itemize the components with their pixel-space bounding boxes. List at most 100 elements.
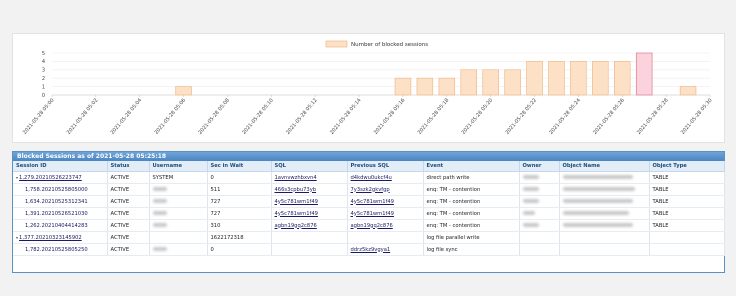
col-status[interactable]: Status [107,161,150,172]
redacted-owner [522,199,539,203]
col-owner[interactable]: Owner [519,161,560,172]
event-cell: enq: TM - contention [423,183,520,196]
status-cell: ACTIVE [107,171,150,184]
session-id-link[interactable]: 1,262.20210404414283 [25,223,88,229]
y-tick-label: 0 [42,93,45,99]
x-tick-label: 2021-05-28 05:04 [110,97,144,135]
x-tick-label: 2021-05-28 05:30 [680,97,714,135]
session-id-link[interactable]: 1,377.20210323145902 [19,235,82,241]
y-tick-label: 4 [42,59,45,65]
legend-swatch [325,40,348,48]
object-name-cell [559,219,650,232]
session-id-cell[interactable]: 1,758.20210525805000 [13,183,108,196]
status-cell: ACTIVE [107,207,150,220]
redacted-username [152,187,167,191]
col-sec-in-wait[interactable]: Sec in Wait [207,161,272,172]
session-id-link[interactable]: 1,782.20210525805250 [25,247,88,253]
session-id-link[interactable]: 1,279.20210526223747 [19,175,82,181]
redacted-owner [522,211,535,215]
status-cell: ACTIVE [107,219,150,232]
col-previous-sql[interactable]: Previous SQL [347,161,424,172]
status-cell: ACTIVE [107,243,150,256]
x-tick-label: 2021-05-28 05:18 [417,97,451,135]
object-type-cell: TABLE [649,171,725,184]
owner-cell [519,243,560,256]
x-tick-label: 2021-05-28 05:14 [329,97,363,135]
legend-label: Number of blocked sessions [351,42,428,48]
sql-link[interactable]: 4y5c781wm1f49 [271,207,348,220]
session-id-cell[interactable]: 1,262.20210404414283 [13,219,108,232]
session-id-cell[interactable]: 1,782.20210525805250 [13,243,108,256]
sql-link[interactable]: 1avnvwzhbxvn4 [271,171,348,184]
sec-in-wait-cell: 727 [207,195,272,208]
table-row[interactable]: 1,391.20210526521030 ACTIVE 727 4y5c781wm1f… [13,207,725,220]
expand-toggle-icon[interactable]: ▾ [16,235,18,240]
col-object-type[interactable]: Object Type [649,161,725,172]
sql-link[interactable]: 466s3cpbu73yb [271,183,348,196]
sec-in-wait-cell: 727 [207,207,272,220]
username-cell: SYSTEM [149,171,208,184]
redacted-username [152,223,167,227]
session-id-cell[interactable]: 1,391.20210526521030 [13,207,108,220]
session-id-link[interactable]: 1,758.20210525805000 [25,187,88,193]
table-row[interactable]: ▾1,377.20210323145902 ACTIVE 1622172318 log… [13,231,725,244]
redacted-username [152,247,167,251]
event-cell: log file sync [423,243,520,256]
previous-sql-link[interactable]: ddrz5kz9vgya1 [347,243,424,256]
session-id-cell[interactable]: 1,634.20210525312341 [13,195,108,208]
chart-bar [482,69,499,96]
session-id-cell[interactable]: ▾1,377.20210323145902 [13,231,108,244]
redacted-username [152,211,167,215]
table-row[interactable]: 1,758.20210525805000 ACTIVE 511 466s3cpbu73… [13,183,725,196]
expand-toggle-icon[interactable]: ▾ [16,175,18,180]
sql-link[interactable] [271,231,348,244]
object-name-cell [559,207,650,220]
session-id-link[interactable]: 1,634.20210525312341 [25,199,88,205]
x-tick-label: 2021-05-28 05:06 [154,97,188,135]
session-id-cell[interactable]: ▾1,279.20210526223747 [13,171,108,184]
x-tick-label: 2021-05-28 05:16 [373,97,407,135]
table-row[interactable]: ▾1,279.20210526223747 ACTIVE SYSTEM 0 1avnvw… [13,171,725,184]
event-cell: enq: TM - contention [423,207,520,220]
status-cell: ACTIVE [107,195,150,208]
sec-in-wait-cell: 1622172318 [207,231,272,244]
event-cell: enq: TM - contention [423,219,520,232]
previous-sql-link[interactable]: agbn19gq2c876 [347,219,424,232]
previous-sql-link[interactable]: 4y5c781wm1f49 [347,195,424,208]
table-row[interactable]: 1,262.20210404414283 ACTIVE 310 agbn19gq2c8… [13,219,725,232]
previous-sql-link[interactable]: 7y3szk2gkvfgp [347,183,424,196]
sql-link[interactable] [271,243,348,256]
col-username[interactable]: Username [149,161,208,172]
previous-sql-link[interactable] [347,231,424,244]
previous-sql-link[interactable]: 4y5c781wm1f49 [347,207,424,220]
sql-link[interactable]: agbn19gq2c876 [271,219,348,232]
session-id-link[interactable]: 1,391.20210526521030 [25,211,88,217]
chart-svg: 0 1 2 3 4 5 2021-05-28 05:00 2021-05-28 05:02 20… [22,40,714,136]
table-row[interactable]: 1,782.20210525805250 ACTIVE 0 ddrz5kz9vgya1… [13,243,725,256]
owner-cell [519,171,560,184]
col-session-id[interactable]: Session ID [13,161,108,172]
col-event[interactable]: Event [423,161,520,172]
username-cell [149,195,208,208]
y-tick-label: 2 [42,76,45,82]
table-row[interactable]: 1,634.20210525312341 ACTIVE 727 4y5c781wm1f… [13,195,725,208]
redacted-username [152,199,167,203]
col-sql[interactable]: SQL [271,161,348,172]
chart-bar [394,77,412,96]
col-object-name[interactable]: Object Name [559,161,650,172]
redacted-object-name [562,211,629,215]
owner-cell [519,219,560,232]
chart-bar [614,61,631,96]
previous-sql-link[interactable]: d4kdwu0ukcf4u [347,171,424,184]
x-tick-label: 2021-05-28 05:12 [285,97,319,135]
owner-cell [519,183,560,196]
username-cell [149,219,208,232]
object-type-cell [649,231,725,244]
panel-title: Blocked Sessions as of 2021-05-28 05:25:… [13,152,724,161]
status-cell: ACTIVE [107,231,150,244]
x-tick-label: 2021-05-28 05:22 [505,97,539,135]
x-tick-label: 2021-05-28 05:28 [636,97,670,135]
object-name-cell [559,183,650,196]
redacted-owner [522,175,539,179]
sql-link[interactable]: 4y5c781wm1f49 [271,195,348,208]
